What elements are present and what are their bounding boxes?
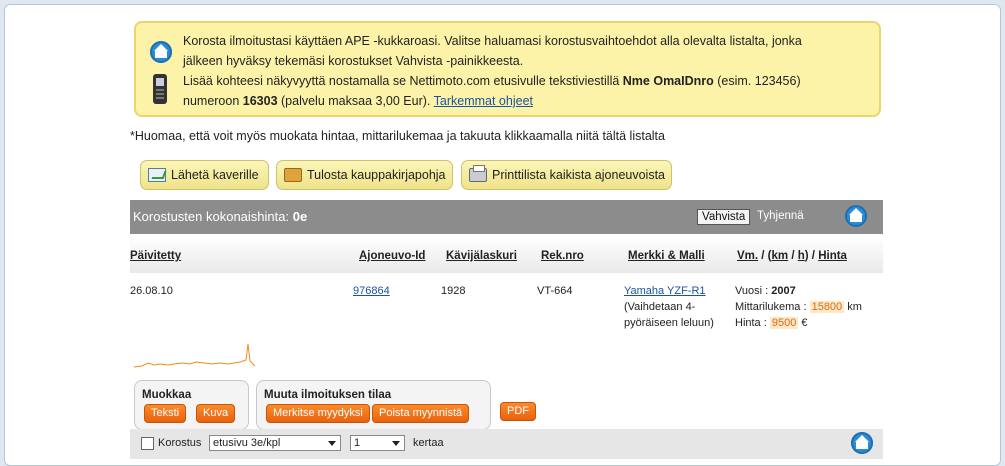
col-sep-3: ) /	[804, 250, 819, 262]
print-list-label: Printtilista kaikista ajoneuvoista	[492, 168, 665, 182]
vehicle-id-link[interactable]: 976864	[353, 285, 390, 297]
row-updated: 26.08.10	[130, 285, 173, 297]
col-sep-2: /	[788, 250, 798, 262]
highlight-checkbox[interactable]	[141, 437, 154, 450]
price-unit: €	[798, 317, 808, 329]
row-visits: 1928	[441, 285, 466, 297]
price-label: Hinta :	[735, 317, 770, 329]
print-contract-label: Tulosta kauppakirjapohja	[307, 168, 446, 182]
row-year: Vuosi : 2007	[735, 285, 796, 297]
mail-icon	[148, 168, 166, 182]
print-contract-button[interactable]: Tulosta kauppakirjapohja	[276, 160, 453, 190]
send-to-friend-label: Lähetä kaverille	[171, 168, 259, 182]
info-line-4: numeroon 16303 (palvelu maksaa 3,00 Eur)…	[183, 91, 533, 111]
year-value: 2007	[771, 285, 796, 297]
remove-sale-button[interactable]: Poista myynnistä	[372, 404, 470, 423]
row-price: Hinta : 9500 €	[735, 317, 808, 329]
highlight-row: Korostus etusivu 3e/kpl 1 kertaa	[130, 429, 883, 459]
table-header: Päivitetty Ajoneuvo-Id Kävijälaskuri Rek…	[130, 236, 883, 273]
info-sms-text: Lisää kohteesi näkyvyyttä nostamalla se …	[183, 74, 623, 88]
count-select[interactable]: 1	[350, 435, 405, 451]
col-vehicle-id[interactable]: Ajoneuvo-Id	[359, 250, 425, 262]
year-label: Vuosi :	[735, 285, 772, 297]
highlight-label: Korostus	[158, 437, 202, 449]
total-price-text: Korostusten kokonaishinta:	[133, 209, 293, 224]
col-reg-no[interactable]: Rek.nro	[541, 250, 584, 262]
visit-sparkline	[134, 343, 256, 368]
col-updated[interactable]: Päivitetty	[130, 250, 181, 262]
print-list-button[interactable]: Printtilista kaikista ajoneuvoista	[461, 160, 672, 190]
row-reg-no: VT-664	[537, 285, 573, 297]
status-title: Muuta ilmoituksen tilaa	[264, 389, 392, 401]
folder-icon	[284, 168, 302, 182]
model-link[interactable]: Yamaha YZF-R1	[624, 285, 706, 297]
col-year-km-h-price: Vm. / (km / h) / Hinta	[737, 250, 847, 262]
col-h[interactable]: h	[798, 250, 805, 262]
info-price-text: (palvelu maksaa 3,00 Eur).	[277, 94, 434, 108]
mark-sold-button[interactable]: Merkitse myydyksi	[266, 404, 370, 423]
home-icon	[150, 41, 172, 63]
info-sms-code: Nme OmaIDnro	[622, 74, 714, 88]
send-to-friend-button[interactable]: Lähetä kaverille	[140, 160, 269, 190]
times-label: kertaa	[413, 437, 444, 449]
edit-hint-note: *Huomaa, että voit myös muokata hintaa, …	[130, 129, 665, 143]
info-sms-number: 16303	[242, 94, 278, 108]
info-line-3: Lisää kohteesi näkyvyyttä nostamalla se …	[183, 71, 801, 91]
more-instructions-link[interactable]: Tarkemmat ohjeet	[434, 94, 533, 108]
info-box: Korosta ilmoitustasi käyttäen APE -kukka…	[134, 21, 881, 117]
info-line-2: jälkeen hyväksy tekemäsi korostukset Vah…	[183, 54, 524, 68]
mileage-unit: km	[844, 301, 862, 313]
status-box: Muuta ilmoituksen tilaa Merkitse myydyks…	[256, 380, 491, 430]
row-model-note-2: pyöräiseen leluun)	[624, 317, 714, 329]
pdf-button[interactable]: PDF	[500, 402, 536, 421]
home-icon[interactable]	[851, 432, 873, 454]
total-price-value: 0e	[292, 209, 308, 224]
col-sep-1: / (	[758, 250, 772, 262]
placement-select[interactable]: etusivu 3e/kpl	[209, 435, 341, 451]
col-visits[interactable]: Kävijälaskuri	[446, 250, 517, 262]
row-model: Yamaha YZF-R1	[624, 285, 706, 297]
price-value[interactable]: 9500	[769, 317, 799, 329]
printer-icon	[469, 165, 487, 182]
info-line-1: Korosta ilmoitustasi käyttäen APE -kukka…	[183, 34, 802, 48]
total-price-label: Korostusten kokonaishinta: 0e	[133, 209, 307, 224]
clear-link[interactable]: Tyhjennä	[757, 210, 804, 222]
edit-box: Muokkaa Teksti Kuva	[134, 380, 249, 430]
mileage-label: Mittarilukema :	[735, 301, 810, 313]
page-frame: Korosta ilmoitustasi käyttäen APE -kukka…	[4, 4, 1001, 466]
info-number-prefix: numeroon	[183, 94, 243, 108]
edit-image-button[interactable]: Kuva	[196, 404, 236, 423]
mobile-phone-icon	[153, 74, 167, 104]
info-sms-example: (esim. 123456)	[713, 74, 801, 88]
mileage-value[interactable]: 15800	[809, 301, 845, 313]
col-make-model[interactable]: Merkki & Malli	[628, 250, 705, 262]
col-year[interactable]: Vm.	[737, 250, 758, 262]
edit-title: Muokkaa	[142, 389, 192, 401]
row-model-note-1: (Vaihdetaan 4-	[624, 301, 696, 313]
confirm-button[interactable]: Vahvista	[697, 209, 751, 225]
row-vehicle-id: 976864	[353, 285, 390, 297]
home-icon[interactable]	[845, 205, 867, 227]
edit-text-button[interactable]: Teksti	[144, 404, 187, 423]
col-km[interactable]: km	[772, 250, 789, 262]
highlight-summary-bar: Korostusten kokonaishinta: 0e Vahvista T…	[130, 200, 883, 234]
col-price[interactable]: Hinta	[818, 250, 847, 262]
row-mileage: Mittarilukema : 15800 km	[735, 301, 862, 313]
